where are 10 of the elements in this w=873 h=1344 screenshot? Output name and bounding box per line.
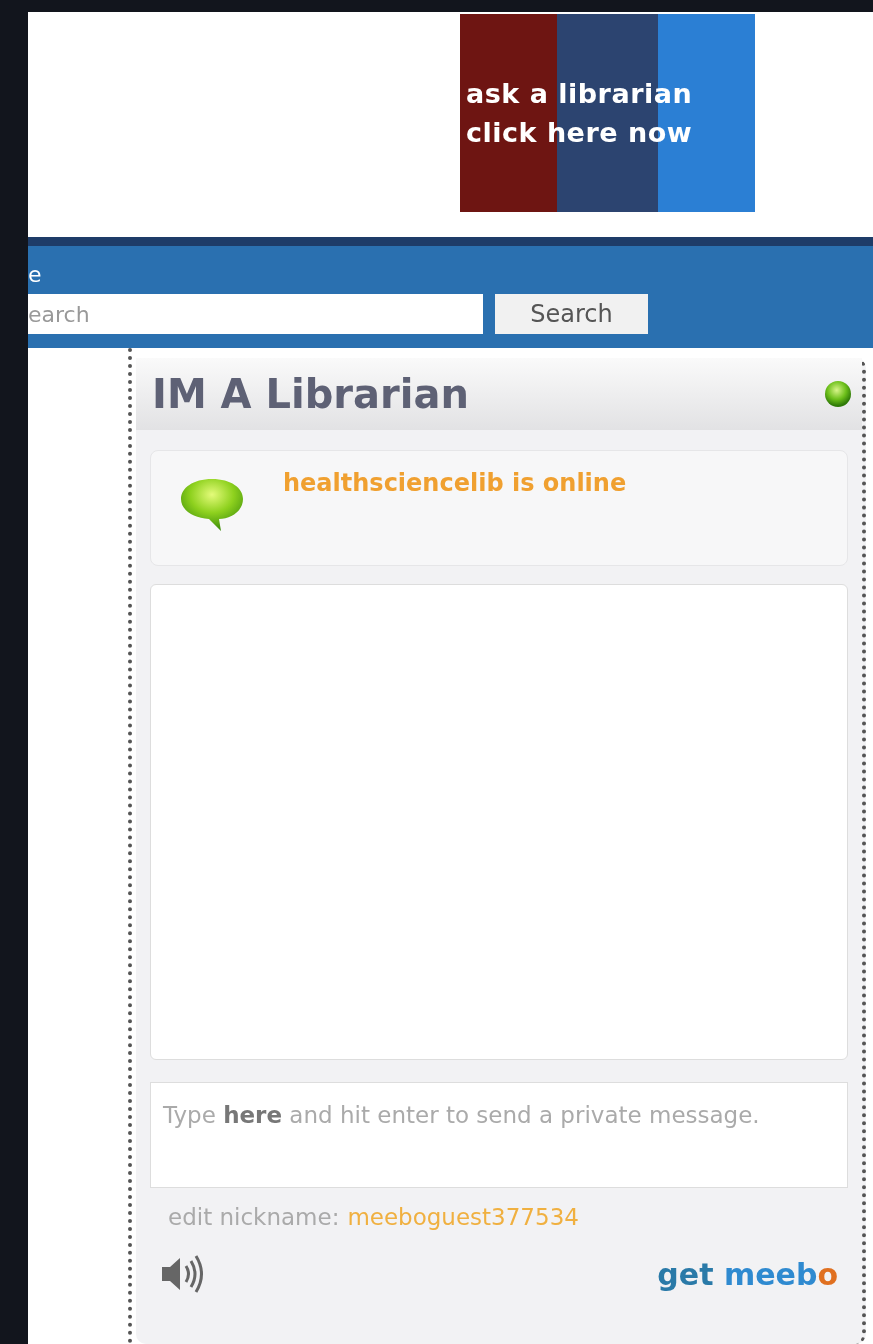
ask-librarian-banner[interactable]: ask a librarian click here now [460, 14, 755, 212]
nickname-label: edit nickname: [168, 1204, 340, 1230]
online-status-text: healthsciencelib is online [283, 469, 627, 497]
nav-text: e [28, 262, 43, 288]
search-button[interactable]: Search [495, 294, 648, 334]
search-field[interactable]: earch [28, 294, 483, 334]
get-meebo-link[interactable]: get meebo [657, 1256, 838, 1292]
speech-bubble-icon [179, 477, 245, 533]
widget-title: IM A Librarian [152, 371, 469, 417]
message-field[interactable]: Type here and hit enter to send a private message. [150, 1082, 848, 1188]
